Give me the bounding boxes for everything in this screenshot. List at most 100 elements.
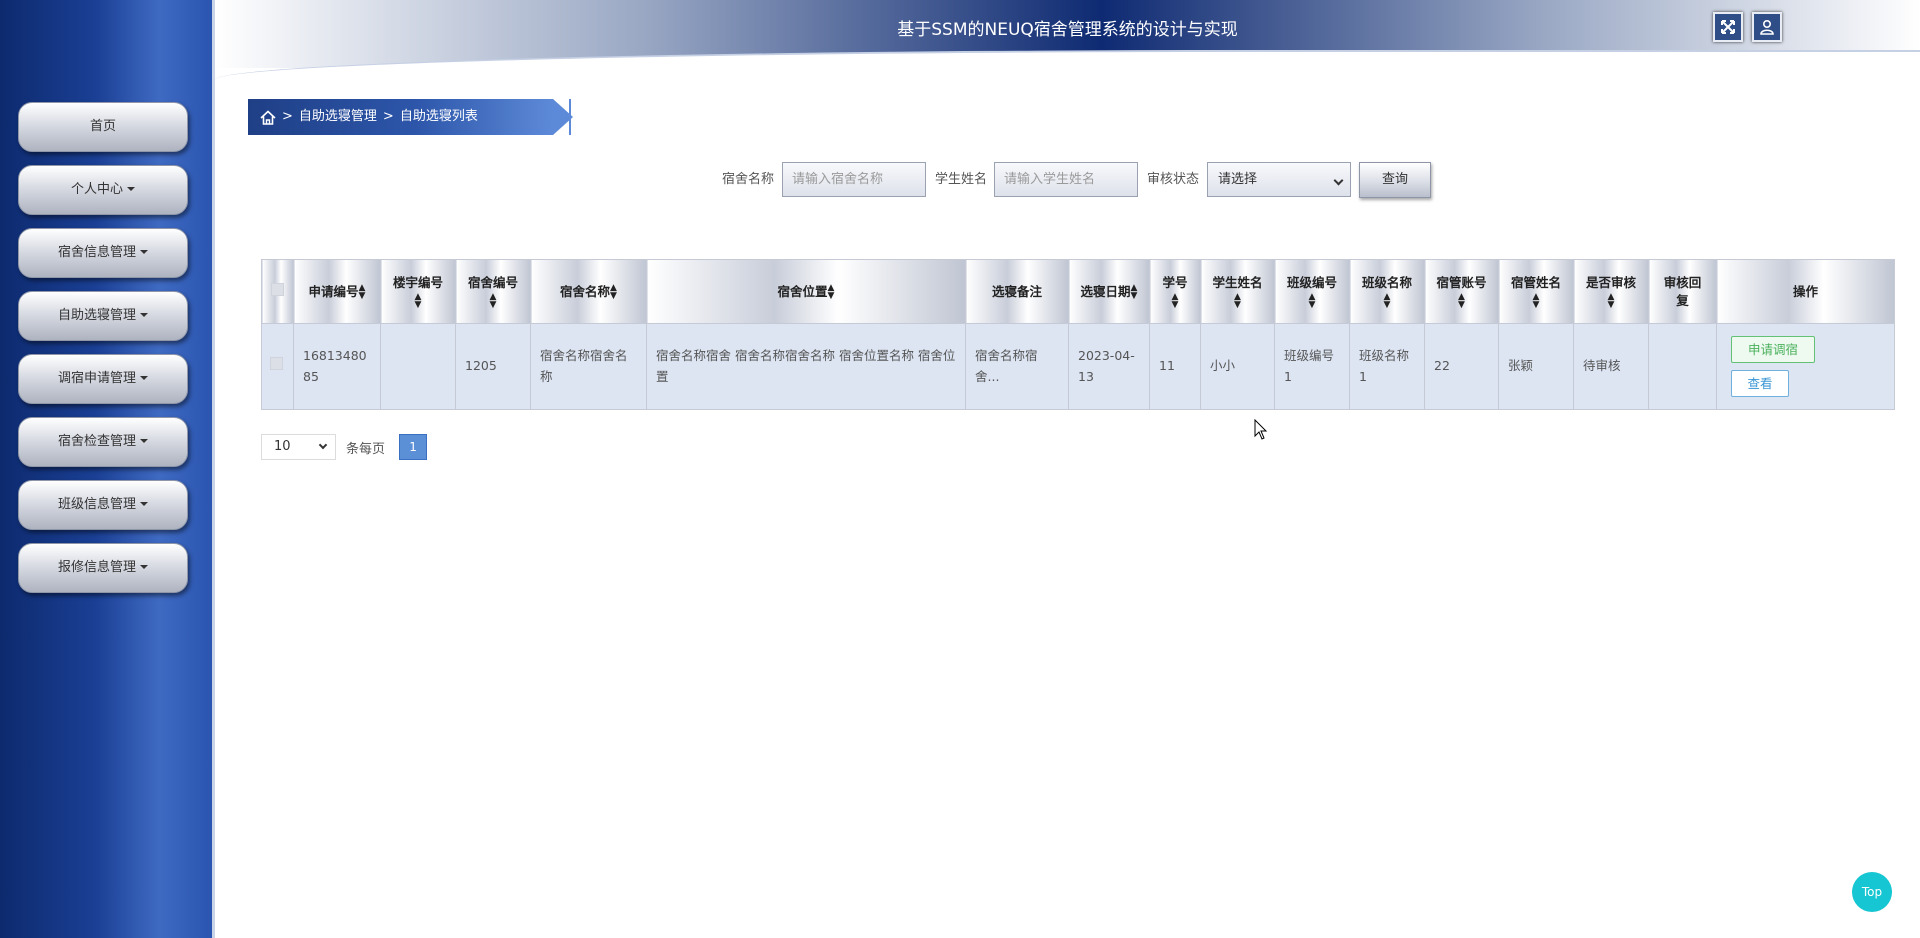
fullscreen-icon (1721, 20, 1735, 34)
col-header-label: 班级编号 (1286, 275, 1337, 290)
sidebar-item-dorm-check[interactable]: 宿舍检查管理 (18, 417, 188, 467)
cell-dorm-name: 宿舍名称宿舍名称 (530, 323, 647, 410)
breadcrumb-separator: > (282, 109, 293, 124)
col-header-date[interactable]: 选寝日期▲ ▼ (1068, 259, 1150, 324)
cell-dorm-id: 1205 (455, 323, 531, 410)
col-header-manager-name[interactable]: 宿管姓名 ▲ ▼ (1498, 259, 1574, 324)
sort-icon: ▲ ▼ (1130, 283, 1138, 302)
fullscreen-button[interactable] (1713, 12, 1743, 42)
cell-class-id: 班级编号1 (1274, 323, 1350, 410)
cell-building-id (380, 323, 456, 410)
caret-down-icon (140, 439, 148, 443)
sidebar-item-home[interactable]: 首页 (18, 102, 188, 152)
sort-icon: ▲ ▼ (1532, 292, 1540, 310)
sort-icon: ▲ ▼ (1458, 292, 1465, 310)
cell-is-audited: 待审核 (1573, 323, 1649, 410)
cell-audit-reply (1648, 323, 1717, 410)
home-icon[interactable] (260, 109, 276, 125)
chevron-down-icon (1333, 175, 1344, 186)
sort-icon: ▲ ▼ (827, 283, 835, 302)
col-header-is-audited[interactable]: 是否审核 ▲ ▼ (1573, 259, 1649, 324)
breadcrumb-item-self-select[interactable]: 自助选寝管理 (299, 99, 377, 135)
chevron-down-icon (318, 440, 328, 450)
col-header-student-name[interactable]: 学生姓名 ▲ ▼ (1200, 259, 1275, 324)
col-header-label: 审核回复 (1663, 275, 1702, 308)
col-header-manager-account[interactable]: 宿管账号 ▲ ▼ (1424, 259, 1499, 324)
col-header-actions: 操作 (1716, 259, 1895, 324)
sidebar-item-label: 宿舍检查管理 (57, 434, 136, 449)
col-header-label: 宿管账号 (1436, 275, 1487, 290)
sidebar-item-transfer-apply[interactable]: 调宿申请管理 (18, 354, 188, 404)
sort-icon: ▲ ▼ (610, 283, 617, 302)
col-header-label: 选寝日期 (1080, 283, 1131, 299)
sidebar-item-class-info[interactable]: 班级信息管理 (18, 480, 188, 530)
status-select[interactable]: 请选择 (1207, 162, 1351, 197)
sort-icon: ▲ ▼ (358, 283, 366, 302)
col-header-label: 学生姓名 (1212, 275, 1263, 290)
view-button[interactable]: 查看 (1731, 370, 1789, 397)
select-all-cell (261, 259, 294, 324)
cell-student-no: 11 (1149, 323, 1201, 410)
dorm-name-input[interactable] (782, 162, 926, 197)
sidebar-item-self-select[interactable]: 自助选寝管理 (18, 291, 188, 341)
caret-down-icon (140, 565, 148, 569)
col-header-label: 选寝备注 (991, 283, 1042, 299)
col-header-label: 是否审核 (1585, 275, 1636, 290)
mouse-cursor-icon (1254, 419, 1268, 440)
query-button[interactable]: 查询 (1359, 162, 1431, 198)
back-to-top-button[interactable]: Top (1852, 872, 1892, 912)
sort-icon: ▲ ▼ (1234, 292, 1241, 310)
page-title: 基于SSM的NEUQ宿舍管理系统的设计与实现 (897, 20, 1238, 40)
sidebar-item-label: 首页 (89, 119, 116, 134)
col-header-dorm-id[interactable]: 宿舍编号 ▲ ▼ (455, 259, 531, 324)
page-size-value: 10 (274, 439, 291, 454)
caret-down-icon (140, 313, 148, 317)
col-header-building-id[interactable]: 楼宇编号 ▲ ▼ (380, 259, 456, 324)
col-header-label: 操作 (1792, 283, 1818, 299)
col-header-label: 申请编号 (308, 283, 359, 299)
cell-dorm-location: 宿舍名称宿舍 宿舍名称宿舍名称 宿舍位置名称 宿舍位置 (646, 323, 966, 410)
col-header-dorm-name[interactable]: 宿舍名称▲ ▼ (530, 259, 647, 324)
col-header-class-name[interactable]: 班级名称 ▲ ▼ (1349, 259, 1425, 324)
page-number-button[interactable]: 1 (399, 434, 428, 460)
col-header-label: 楼宇编号 (392, 275, 443, 290)
sort-icon: ▲ ▼ (489, 292, 497, 310)
sort-icon: ▲ ▼ (414, 292, 422, 310)
col-header-label: 班级名称 (1361, 275, 1412, 290)
status-select-value: 请选择 (1218, 172, 1258, 187)
cell-class-name: 班级名称1 (1349, 323, 1425, 410)
sidebar-item-label: 宿舍信息管理 (57, 245, 136, 260)
sort-icon: ▲ ▼ (1308, 292, 1316, 310)
sidebar-item-label: 调宿申请管理 (57, 371, 136, 386)
row-checkbox[interactable] (270, 357, 283, 371)
col-header-label: 宿舍名称 (560, 283, 611, 299)
col-header-label: 学号 (1162, 275, 1188, 290)
col-header-class-id[interactable]: 班级编号 ▲ ▼ (1274, 259, 1350, 324)
page-size-select[interactable]: 10 (261, 434, 336, 460)
col-header-remark: 选寝备注 (965, 259, 1069, 324)
sidebar-item-dorm-info[interactable]: 宿舍信息管理 (18, 228, 188, 278)
student-name-input[interactable] (994, 162, 1138, 197)
col-header-apply-id[interactable]: 申请编号▲ ▼ (293, 259, 381, 324)
apply-transfer-button[interactable]: 申请调宿 (1731, 336, 1815, 363)
caret-down-icon (140, 250, 148, 254)
dorm-name-label: 宿舍名称 (722, 172, 775, 187)
col-header-dorm-location[interactable]: 宿舍位置▲ ▼ (646, 259, 966, 324)
search-bar: 宿舍名称 学生姓名 审核状态 请选择 查询 (0, 162, 1920, 198)
breadcrumb: > 自助选寝管理 > 自助选寝列表 (248, 99, 573, 135)
sidebar-item-label: 班级信息管理 (57, 497, 136, 512)
sidebar-item-label: 报修信息管理 (57, 560, 136, 575)
row-select-cell (261, 323, 294, 410)
pagination: 10 条每页 1 (261, 434, 428, 460)
col-header-student-no[interactable]: 学号 ▲ ▼ (1149, 259, 1201, 324)
page-size-label: 条每页 (346, 441, 386, 457)
cell-manager-name: 张颖 (1498, 323, 1574, 410)
col-header-label: 宿舍位置 (777, 283, 828, 299)
sidebar-item-repair-info[interactable]: 报修信息管理 (18, 543, 188, 593)
select-all-checkbox[interactable] (271, 282, 284, 296)
user-button[interactable] (1752, 12, 1782, 42)
caret-down-icon (140, 376, 148, 380)
sort-icon: ▲ ▼ (1171, 292, 1179, 310)
user-icon (1760, 19, 1774, 35)
col-header-label: 宿舍编号 (467, 275, 518, 290)
